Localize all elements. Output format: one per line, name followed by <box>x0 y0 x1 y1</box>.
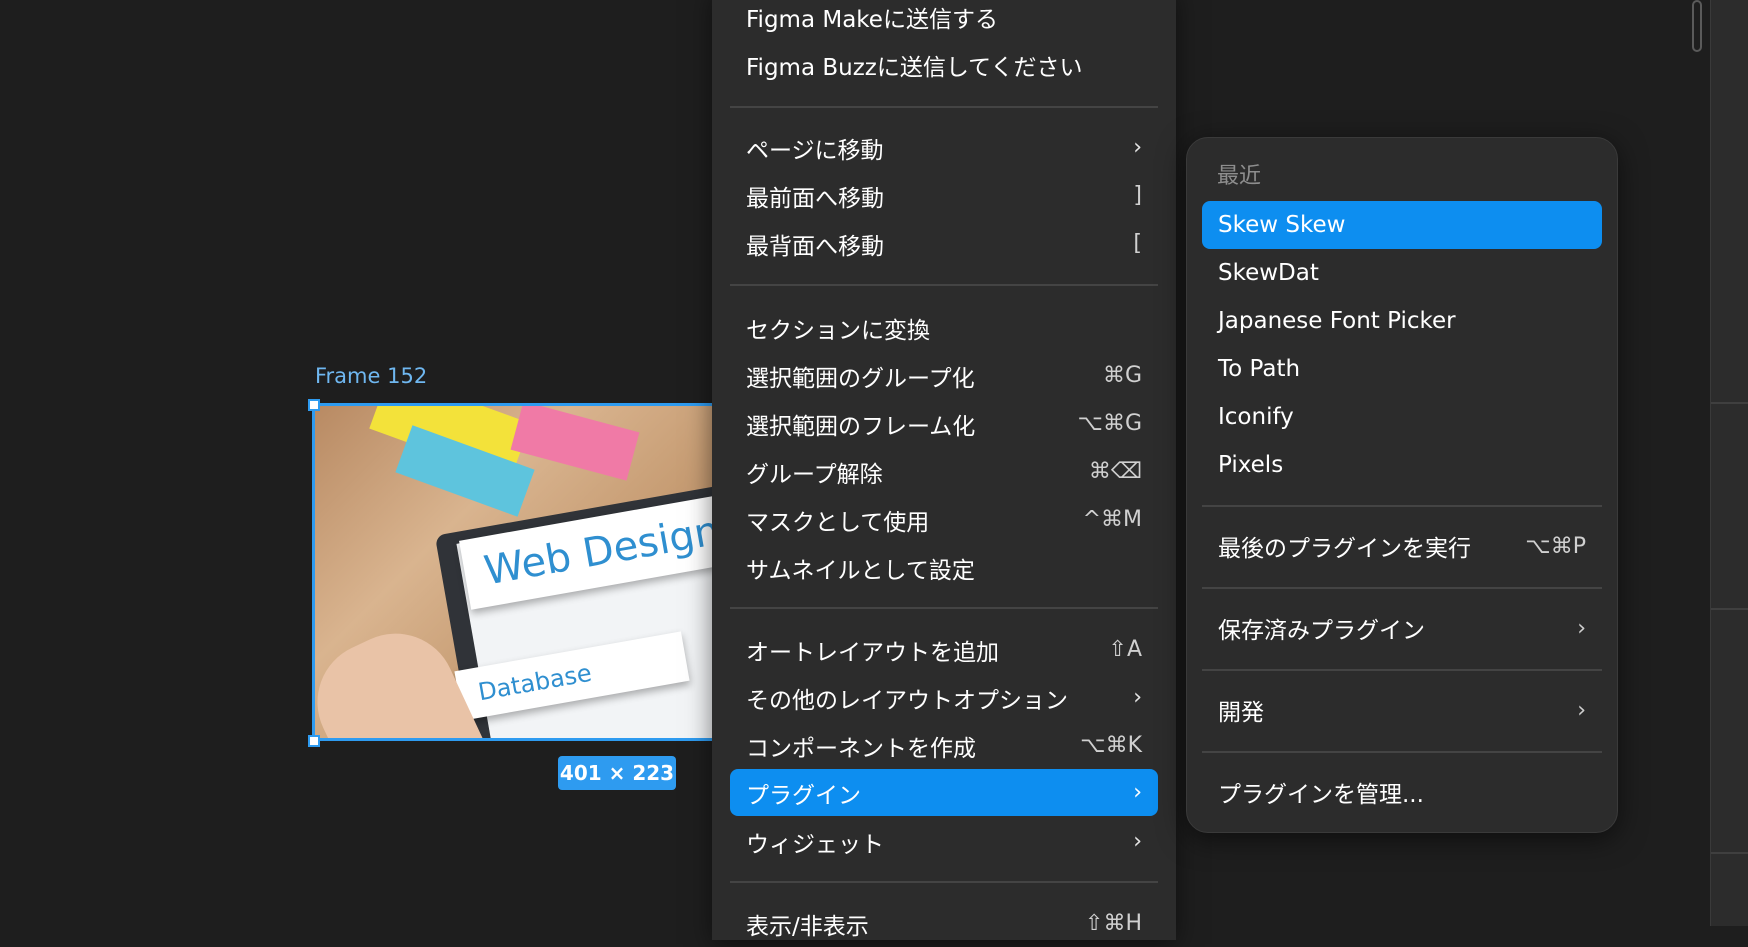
submenu-divider <box>1202 669 1602 671</box>
panel-divider <box>1711 608 1748 610</box>
menu-item-shortcut: ^⌘M <box>1082 507 1142 532</box>
menu-item-label: プラグイン <box>746 782 861 809</box>
menu-item-send-to-back[interactable]: 最背面へ移動 [ <box>730 220 1158 267</box>
properties-panel-edge <box>1710 0 1748 926</box>
menu-item-convert-to-section[interactable]: セクションに変換 <box>730 304 1158 351</box>
frame-152-image[interactable]: Web Design Database <box>312 403 716 741</box>
plugins-submenu: 最近 Skew Skew SkewDat Japanese Font Picke… <box>1186 137 1618 833</box>
panel-divider <box>1711 852 1748 854</box>
development-plugins[interactable]: 開発 › <box>1202 686 1602 734</box>
context-menu: Figma Makeに送信する Figma Buzzに送信してください ページに… <box>712 0 1176 940</box>
menu-item-label: マスクとして使用 <box>746 509 930 536</box>
resize-handle-bottom-left[interactable] <box>308 735 320 747</box>
menu-item-bring-to-front[interactable]: 最前面へ移動 ] <box>730 172 1158 219</box>
menu-item-shortcut: ⇧A <box>1108 637 1142 662</box>
chevron-right-icon: › <box>1133 780 1142 805</box>
menu-divider <box>730 284 1158 286</box>
frame-label[interactable]: Frame 152 <box>315 364 427 388</box>
chevron-right-icon: › <box>1577 697 1586 723</box>
menu-item-shortcut: ⌥⌘K <box>1080 733 1142 758</box>
plugin-item-label: To Path <box>1218 356 1301 382</box>
menu-item-group-selection[interactable]: 選択範囲のグループ化 ⌘G <box>730 352 1158 399</box>
menu-item-shortcut: ⌘⌫ <box>1088 459 1142 484</box>
menu-item-widgets[interactable]: ウィジェット › <box>730 818 1158 865</box>
plugin-item-label: Iconify <box>1218 404 1294 430</box>
run-last-plugin[interactable]: 最後のプラグインを実行 ⌥⌘P <box>1202 522 1602 570</box>
run-last-shortcut: ⌥⌘P <box>1525 533 1586 559</box>
menu-item-use-as-mask[interactable]: マスクとして使用 ^⌘M <box>730 496 1158 543</box>
plugin-item-label: プラグインを管理... <box>1218 782 1424 808</box>
plugin-item-to-path[interactable]: To Path <box>1202 345 1602 393</box>
menu-item-more-layout-options[interactable]: その他のレイアウトオプション › <box>730 674 1158 721</box>
plugin-item-label: Japanese Font Picker <box>1218 308 1456 334</box>
menu-item-shortcut: ⌘G <box>1102 363 1142 388</box>
menu-item-set-as-thumbnail[interactable]: サムネイルとして設定 <box>730 544 1158 591</box>
menu-item-label: Figma Buzzに送信してください <box>746 54 1083 81</box>
menu-item-label: Figma Makeに送信する <box>746 6 998 33</box>
recent-header: 最近 <box>1217 164 1262 189</box>
menu-item-show-hide[interactable]: 表示/非表示 ⇧⌘H <box>730 900 1158 947</box>
dimensions-badge: 401 × 223 <box>558 756 676 790</box>
menu-item-label: ウィジェット <box>746 831 884 858</box>
menu-divider <box>730 607 1158 609</box>
menu-item-send-to-make[interactable]: Figma Makeに送信する <box>730 0 1158 40</box>
chevron-right-icon: › <box>1133 829 1142 854</box>
menu-item-label: その他のレイアウトオプション <box>746 687 1068 714</box>
menu-divider <box>730 881 1158 883</box>
menu-item-label: 最背面へ移動 <box>746 233 884 260</box>
menu-item-shortcut: [ <box>1133 231 1142 256</box>
plugin-item-label: Skew Skew <box>1218 212 1346 238</box>
menu-item-move-to-page[interactable]: ページに移動 › <box>730 124 1158 171</box>
plugin-item-japanese-font-picker[interactable]: Japanese Font Picker <box>1202 297 1602 345</box>
menu-item-label: 最前面へ移動 <box>746 185 884 212</box>
submenu-divider <box>1202 587 1602 589</box>
chevron-right-icon: › <box>1133 685 1142 710</box>
submenu-divider <box>1202 505 1602 507</box>
menu-item-label: グループ解除 <box>746 461 883 488</box>
plugin-item-pixels[interactable]: Pixels <box>1202 441 1602 489</box>
menu-item-send-to-buzz[interactable]: Figma Buzzに送信してください <box>730 41 1158 88</box>
panel-divider <box>1711 402 1748 404</box>
menu-divider <box>730 106 1158 108</box>
plugin-item-label: SkewDat <box>1218 260 1319 286</box>
plugin-item-iconify[interactable]: Iconify <box>1202 393 1602 441</box>
plugin-item-skew-skew[interactable]: Skew Skew <box>1202 201 1602 249</box>
menu-item-label: ページに移動 <box>746 137 884 164</box>
manage-plugins[interactable]: プラグインを管理... <box>1202 768 1602 816</box>
menu-item-label: 選択範囲のフレーム化 <box>746 413 976 440</box>
chevron-right-icon: › <box>1577 615 1586 641</box>
plugin-item-skewdat[interactable]: SkewDat <box>1202 249 1602 297</box>
plugin-item-label: Pixels <box>1218 452 1284 478</box>
chevron-right-icon: › <box>1133 135 1142 160</box>
menu-item-label: 表示/非表示 <box>746 913 869 940</box>
plugin-item-label: 最後のプラグインを実行 <box>1218 536 1471 562</box>
menu-item-frame-selection[interactable]: 選択範囲のフレーム化 ⌥⌘G <box>730 400 1158 447</box>
menu-item-label: オートレイアウトを追加 <box>746 639 999 666</box>
resize-handle-top-left[interactable] <box>308 399 320 411</box>
menu-item-shortcut: ] <box>1133 183 1142 208</box>
menu-item-label: サムネイルとして設定 <box>746 557 975 584</box>
plugin-item-label: 保存済みプラグイン <box>1218 618 1425 644</box>
menu-item-label: セクションに変換 <box>746 317 930 344</box>
menu-item-add-auto-layout[interactable]: オートレイアウトを追加 ⇧A <box>730 626 1158 673</box>
saved-plugins[interactable]: 保存済みプラグイン › <box>1202 604 1602 652</box>
menu-item-label: 選択範囲のグループ化 <box>746 365 975 392</box>
menu-item-ungroup[interactable]: グループ解除 ⌘⌫ <box>730 448 1158 495</box>
vertical-scrollbar[interactable] <box>1692 0 1702 52</box>
menu-item-label: コンポーネントを作成 <box>746 735 976 762</box>
submenu-divider <box>1202 751 1602 753</box>
menu-item-plugins[interactable]: プラグイン › <box>730 769 1158 816</box>
menu-item-shortcut: ⌥⌘G <box>1077 411 1142 436</box>
plugin-item-label: 開発 <box>1218 700 1264 726</box>
menu-item-shortcut: ⇧⌘H <box>1085 911 1142 936</box>
menu-item-create-component[interactable]: コンポーネントを作成 ⌥⌘K <box>730 722 1158 769</box>
